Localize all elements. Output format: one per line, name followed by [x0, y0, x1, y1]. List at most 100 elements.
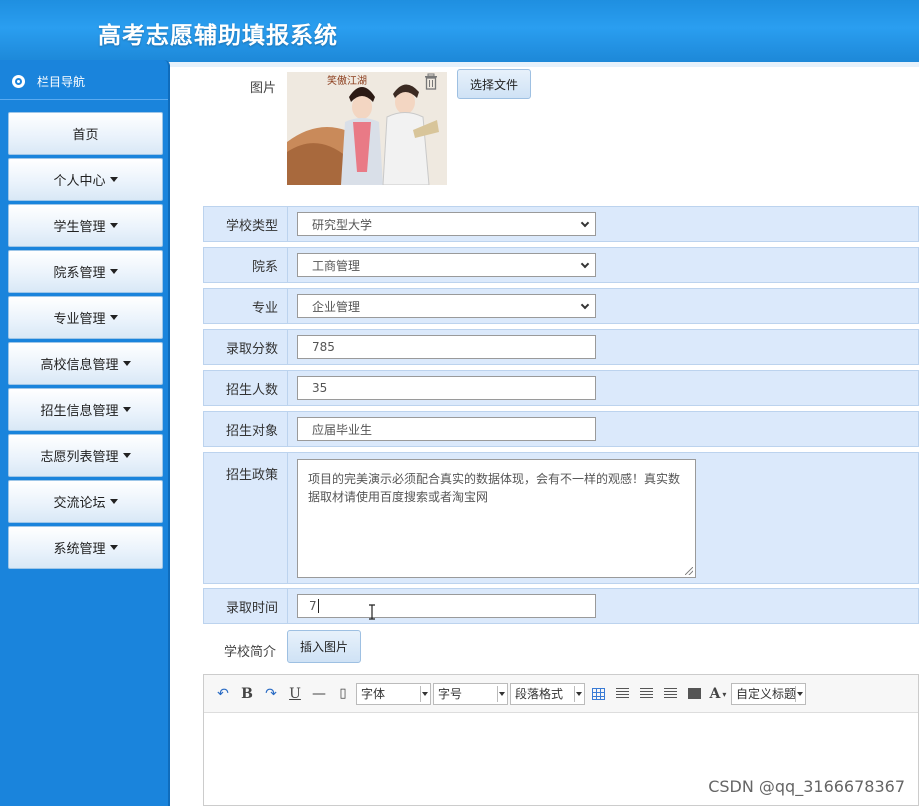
admission-time-input[interactable]: 7	[297, 594, 596, 618]
font-size-label: 字号	[438, 687, 463, 701]
app-header: 高考志愿辅助填报系统	[0, 0, 919, 62]
caret-down-icon	[122, 407, 131, 412]
admission-score-value: 785	[312, 340, 335, 354]
target-input[interactable]: 应届毕业生	[297, 417, 596, 441]
major-row: 专业 企业管理	[203, 288, 919, 324]
school-type-select[interactable]: 研究型大学	[297, 212, 596, 236]
sidebar-item-label: 学生管理	[53, 220, 106, 235]
sidebar-item-8[interactable]: 交流论坛	[8, 480, 163, 523]
sidebar: 栏目导航 首页个人中心学生管理院系管理专业管理高校信息管理 招生信息管理 志愿列表管…	[0, 60, 170, 806]
sidebar-item-0[interactable]: 首页	[8, 112, 163, 155]
align-justify-icon[interactable]	[683, 683, 705, 705]
department-label: 院系	[204, 248, 288, 282]
caret-down-icon	[109, 545, 118, 550]
custom-title-select[interactable]: 自定义标题	[731, 682, 806, 705]
sidebar-item-9[interactable]: 系统管理	[8, 526, 163, 569]
undo-icon[interactable]: ↶	[212, 683, 234, 705]
insert-image-button[interactable]: 插入图片	[287, 630, 361, 663]
sidebar-item-1[interactable]: 个人中心	[8, 158, 163, 201]
sidebar-item-2[interactable]: 学生管理	[8, 204, 163, 247]
redo-icon[interactable]: ↷	[260, 683, 282, 705]
horizontal-rule-icon[interactable]: —	[308, 683, 330, 705]
chevron-down-icon	[580, 300, 590, 310]
paragraph-format-select[interactable]: 段落格式	[510, 682, 585, 705]
font-color-icon[interactable]: A ▾	[707, 683, 729, 705]
policy-value: 项目的完美演示必须配合真实的数据体现，会有不一样的观感！真实数据取材请使用百度搜…	[308, 472, 681, 504]
underline-icon[interactable]: U	[284, 683, 306, 705]
caret-down-icon	[109, 223, 118, 228]
document-icon[interactable]: ▯	[332, 683, 354, 705]
school-type-value: 研究型大学	[312, 217, 373, 232]
image-caption-text: 笑傲江湖	[327, 74, 367, 87]
enrollment-value: 35	[312, 381, 328, 395]
sidebar-item-label: 志愿列表管理	[40, 450, 119, 465]
text-caret	[317, 599, 319, 613]
resize-handle-icon[interactable]	[685, 567, 693, 575]
admission-score-input[interactable]: 785	[297, 335, 596, 359]
chevron-down-icon	[576, 691, 582, 696]
trash-icon[interactable]	[422, 73, 440, 91]
sidebar-item-label: 首页	[72, 128, 99, 143]
sidebar-item-label: 高校信息管理	[40, 358, 119, 373]
watermark: CSDN @qq_3166678367	[708, 777, 905, 796]
font-family-select[interactable]: 字体	[356, 682, 431, 705]
target-row: 招生对象 应届毕业生	[203, 411, 919, 447]
sidebar-item-5[interactable]: 高校信息管理	[8, 342, 163, 385]
caret-down-icon	[122, 453, 131, 458]
caret-down-icon	[109, 499, 118, 504]
app-title: 高考志愿辅助填报系统	[98, 23, 338, 49]
department-select[interactable]: 工商管理	[297, 253, 596, 277]
target-label: 招生对象	[204, 412, 288, 446]
custom-title-label: 自定义标题	[736, 687, 797, 701]
sidebar-item-label: 交流论坛	[53, 496, 106, 511]
caret-down-icon	[122, 361, 131, 366]
ibeam-cursor-icon	[369, 604, 375, 620]
sidebar-item-label: 个人中心	[53, 174, 106, 189]
major-value: 企业管理	[312, 299, 361, 314]
department-row: 院系 工商管理	[203, 247, 919, 283]
choose-file-button[interactable]: 选择文件	[457, 69, 531, 99]
policy-label: 招生政策	[204, 453, 288, 583]
font-size-select[interactable]: 字号	[433, 682, 508, 705]
paragraph-format-label: 段落格式	[515, 687, 564, 701]
sidebar-heading: 栏目导航	[0, 64, 168, 100]
sidebar-item-label: 招生信息管理	[40, 404, 119, 419]
major-label: 专业	[204, 289, 288, 323]
sidebar-item-4[interactable]: 专业管理	[8, 296, 163, 339]
sidebar-heading-label: 栏目导航	[37, 75, 86, 89]
align-center-icon[interactable]	[659, 683, 681, 705]
admission-time-value: 7	[309, 599, 317, 613]
sidebar-item-3[interactable]: 院系管理	[8, 250, 163, 293]
sidebar-item-label: 院系管理	[53, 266, 106, 281]
chevron-down-icon	[422, 691, 428, 696]
major-select[interactable]: 企业管理	[297, 294, 596, 318]
enrollment-label: 招生人数	[204, 371, 288, 405]
chevron-down-icon	[580, 259, 590, 269]
enrollment-input[interactable]: 35	[297, 376, 596, 400]
chevron-down-icon	[797, 691, 803, 696]
caret-down-icon	[109, 177, 118, 182]
caret-down-icon	[109, 269, 118, 274]
sidebar-item-label: 专业管理	[53, 312, 106, 327]
align-right-icon[interactable]	[635, 683, 657, 705]
editor-toolbar: ↶ B ↷ U — ▯ 字体 字号 段落格式 A ▾ 自定义标题	[204, 675, 918, 713]
caret-down-icon	[109, 315, 118, 320]
align-left-icon[interactable]	[611, 683, 633, 705]
sidebar-item-6[interactable]: 招生信息管理	[8, 388, 163, 431]
intro-label: 学校简介	[223, 645, 276, 660]
sidebar-item-7[interactable]: 志愿列表管理	[8, 434, 163, 477]
bold-icon[interactable]: B	[236, 683, 258, 705]
admission-time-label: 录取时间	[204, 589, 288, 623]
sidebar-item-label: 系统管理	[53, 542, 106, 557]
chevron-down-icon	[580, 218, 590, 228]
admission-time-row: 录取时间 7	[203, 588, 919, 624]
circle-nav-icon	[12, 75, 25, 88]
main-content: 图片 笑傲江湖 选择文件 学校类型 研究型大学 院系 工商管理 专业 企业管理 …	[172, 67, 919, 806]
table-icon[interactable]	[587, 683, 609, 705]
image-label: 图片	[249, 81, 276, 96]
font-family-label: 字体	[361, 687, 386, 701]
school-type-label: 学校类型	[204, 207, 288, 241]
chevron-down-icon	[499, 691, 505, 696]
target-value: 应届毕业生	[312, 422, 373, 437]
policy-textarea[interactable]: 项目的完美演示必须配合真实的数据体现，会有不一样的观感！真实数据取材请使用百度搜…	[297, 459, 696, 578]
